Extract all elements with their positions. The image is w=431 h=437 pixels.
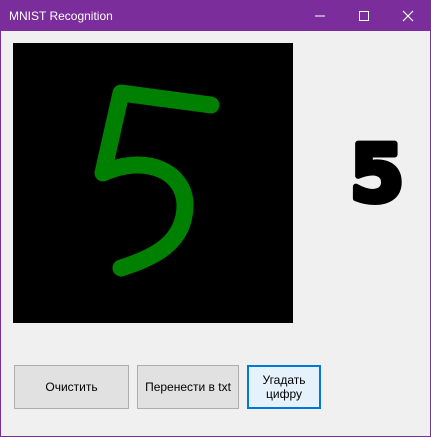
drawn-digit-stroke [94,84,220,277]
prediction-result: 5 [335,127,419,223]
drawing-canvas[interactable] [13,43,293,323]
minimize-button[interactable] [298,1,342,31]
predicted-digit: 5 [350,130,404,219]
title-bar[interactable]: MNIST Recognition [1,1,430,31]
guess-digit-button[interactable]: Угадать цифру [247,365,321,409]
close-button[interactable] [386,1,430,31]
minimize-icon [315,15,325,17]
app-window: MNIST Recognition 5 Очистить Перенести в… [0,0,431,437]
window-title: MNIST Recognition [9,9,113,23]
close-icon [402,10,414,22]
maximize-button[interactable] [342,1,386,31]
export-txt-button[interactable]: Перенести в txt [137,365,239,409]
clear-button[interactable]: Очистить [14,365,129,409]
maximize-icon [359,11,369,21]
